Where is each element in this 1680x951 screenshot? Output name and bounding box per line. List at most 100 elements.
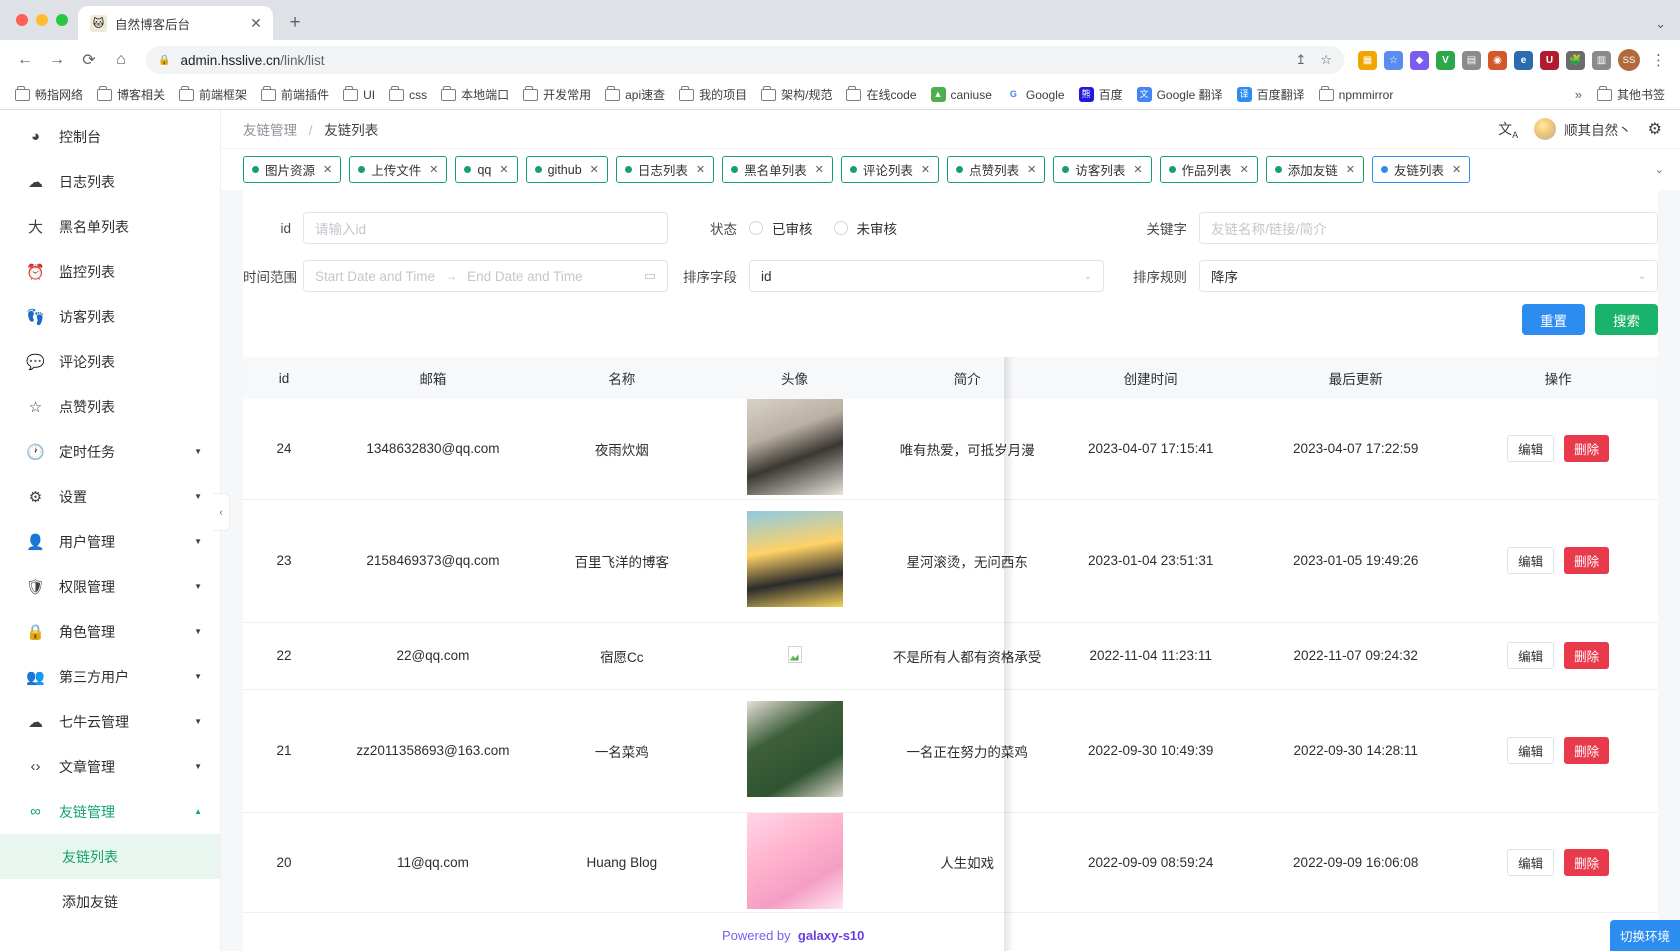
gear-icon[interactable]: ⚙ bbox=[1648, 119, 1662, 139]
sidebar-item-7[interactable]: 🕐 定时任务 ▼ bbox=[0, 429, 220, 474]
close-icon[interactable]: ✕ bbox=[1027, 163, 1036, 176]
chevron-down-icon[interactable]: ⌄ bbox=[1655, 16, 1666, 32]
bookmark-item[interactable]: 架构/规范 bbox=[754, 83, 839, 106]
open-tab-chip-7[interactable]: 点赞列表 ✕ bbox=[947, 156, 1046, 183]
sidebar-item-2[interactable]: 大黑名单列表 bbox=[0, 204, 220, 249]
close-icon[interactable]: ✕ bbox=[323, 163, 332, 176]
open-tab-chip-9[interactable]: 作品列表 ✕ bbox=[1159, 156, 1258, 183]
open-tab-chip-1[interactable]: 上传文件 ✕ bbox=[349, 156, 448, 183]
breadcrumb-parent[interactable]: 友链管理 bbox=[243, 123, 297, 138]
open-tab-chip-11[interactable]: 友链列表 ✕ bbox=[1372, 156, 1471, 183]
extension-icon-6[interactable]: ◉ bbox=[1488, 50, 1507, 70]
profile-avatar[interactable]: SS bbox=[1618, 49, 1640, 71]
caret-down-icon[interactable]: ▼ bbox=[194, 762, 202, 771]
sidebar-item-4[interactable]: 👣 访客列表 bbox=[0, 294, 220, 339]
close-icon[interactable]: ✕ bbox=[815, 163, 824, 176]
open-tab-chip-0[interactable]: 图片资源 ✕ bbox=[243, 156, 342, 183]
delete-button[interactable]: 删除 bbox=[1564, 547, 1610, 574]
delete-button[interactable]: 删除 bbox=[1564, 848, 1610, 876]
sidebar-item-0[interactable]: ◕ 控制台 bbox=[0, 114, 220, 159]
back-icon[interactable]: ← bbox=[10, 45, 40, 75]
sortfield-select[interactable]: id ⌄ bbox=[749, 260, 1104, 292]
extension-icon-4[interactable]: V bbox=[1436, 50, 1455, 70]
radio-approved-label[interactable]: 已审核 bbox=[772, 218, 813, 238]
sidebar-item-8[interactable]: ⚙ 设置 ▼ bbox=[0, 474, 220, 519]
sidebar-item-3[interactable]: ⏰ 监控列表 bbox=[0, 249, 220, 294]
table-row[interactable]: 23 2158469373@qq.com 百里飞洋的博客 星河滚烫，无问西东 2023-… bbox=[243, 499, 1658, 623]
sidebar-item-5[interactable]: 💬 评论列表 bbox=[0, 339, 220, 384]
sidebar-item-9[interactable]: 👤 用户管理 ▼ bbox=[0, 519, 220, 564]
sidebar-collapse-handle[interactable]: ‹ bbox=[213, 493, 230, 531]
calendar-icon[interactable]: ▭ bbox=[644, 268, 656, 284]
caret-down-icon[interactable]: ▼ bbox=[194, 447, 202, 456]
sidebar-item-6[interactable]: ☆ 点赞列表 bbox=[0, 384, 220, 429]
close-icon[interactable]: ✕ bbox=[499, 163, 508, 176]
sidebar-subitem-1[interactable]: 添加友链 bbox=[0, 879, 220, 924]
caret-up-icon[interactable]: ▲ bbox=[194, 807, 202, 816]
chevron-down-icon[interactable]: ⌄ bbox=[1655, 163, 1672, 176]
sidebar-item-14[interactable]: ‹› 文章管理 ▼ bbox=[0, 744, 220, 789]
bookmark-item[interactable]: npmmirror bbox=[1312, 85, 1401, 105]
open-tab-chip-4[interactable]: 日志列表 ✕ bbox=[615, 156, 715, 183]
keyword-input[interactable]: 友链名称/链接/简介 bbox=[1199, 212, 1658, 244]
caret-down-icon[interactable]: ▼ bbox=[194, 582, 202, 591]
extension-icon-2[interactable]: ☆ bbox=[1384, 50, 1403, 70]
close-icon[interactable]: ✕ bbox=[1240, 163, 1249, 176]
delete-button[interactable]: 删除 bbox=[1564, 737, 1610, 764]
table-row[interactable]: 24 1348632830@qq.com 夜雨炊烟 唯有热爱，可抵岁月漫 2023-04… bbox=[243, 399, 1658, 500]
sidebar-item-13[interactable]: ☁ 七牛云管理 ▼ bbox=[0, 699, 220, 744]
caret-down-icon[interactable]: ▼ bbox=[194, 492, 202, 501]
switch-environment-button[interactable]: 切换环境 bbox=[1609, 920, 1680, 951]
bookmarks-overflow-icon[interactable]: » bbox=[1567, 87, 1590, 102]
bookmark-item[interactable]: 我的项目 bbox=[672, 83, 754, 106]
bookmark-item[interactable]: 文 Google 翻译 bbox=[1130, 83, 1230, 106]
open-tab-chip-6[interactable]: 评论列表 ✕ bbox=[840, 156, 940, 183]
extension-icon-3[interactable]: ◆ bbox=[1410, 50, 1429, 70]
open-tab-chip-2[interactable]: qq ✕ bbox=[455, 156, 518, 183]
extension-icon-7[interactable]: e bbox=[1514, 50, 1533, 70]
edit-button[interactable]: 编辑 bbox=[1507, 642, 1555, 669]
bookmark-item[interactable]: 熊百度 bbox=[1072, 83, 1130, 106]
table-row[interactable]: 21 zz2011358693@163.com 一名菜鸡 一名正在努力的菜鸡 2022-… bbox=[243, 689, 1658, 813]
sidebar-item-15[interactable]: ∞ 友链管理 ▲ bbox=[0, 789, 220, 834]
forward-icon[interactable]: → bbox=[42, 45, 72, 75]
bookmark-star-icon[interactable]: ☆ bbox=[1320, 52, 1332, 68]
id-input[interactable]: 请输入id bbox=[303, 212, 668, 244]
close-icon[interactable]: ✕ bbox=[590, 163, 599, 176]
daterange-input[interactable]: Start Date and Time → End Date and Time … bbox=[303, 260, 668, 292]
edit-button[interactable]: 编辑 bbox=[1507, 435, 1555, 463]
bookmark-item[interactable]: ▲ caniuse bbox=[924, 84, 999, 105]
caret-down-icon[interactable]: ▼ bbox=[194, 717, 202, 726]
extension-puzzle-icon[interactable]: 🧩 bbox=[1566, 50, 1585, 70]
home-icon[interactable]: ⌂ bbox=[106, 45, 136, 75]
sidebar-item-1[interactable]: ☁ 日志列表 bbox=[0, 159, 220, 204]
bookmark-item[interactable]: G Google bbox=[999, 84, 1072, 105]
other-bookmarks-button[interactable]: 其他书签 bbox=[1590, 83, 1672, 106]
caret-down-icon[interactable]: ▼ bbox=[194, 627, 202, 636]
edit-button[interactable]: 编辑 bbox=[1507, 547, 1555, 574]
bookmark-item[interactable]: css bbox=[382, 85, 434, 105]
edit-button[interactable]: 编辑 bbox=[1507, 848, 1555, 876]
close-icon[interactable]: ✕ bbox=[429, 163, 438, 176]
tab-close-icon[interactable]: ✕ bbox=[247, 14, 265, 32]
table-row[interactable]: 20 11@qq.com Huang Blog 人生如戏 2022-09-09 08:5… bbox=[243, 812, 1658, 913]
close-icon[interactable]: ✕ bbox=[1452, 163, 1461, 176]
open-tab-chip-3[interactable]: github ✕ bbox=[525, 156, 608, 183]
open-tab-chip-8[interactable]: 访客列表 ✕ bbox=[1053, 156, 1152, 183]
browser-tab[interactable]: 🐱 自然博客后台 ✕ bbox=[78, 6, 273, 40]
bookmark-item[interactable]: 前端框架 bbox=[172, 83, 254, 106]
bookmark-item[interactable]: 在线code bbox=[839, 83, 923, 106]
extension-icon-5[interactable]: ▤ bbox=[1462, 50, 1481, 70]
radio-unapproved[interactable] bbox=[833, 221, 848, 235]
table-row[interactable]: 22 22@qq.com 宿愿Cc 不是所有人都有资格承受 2022-11-04 11:… bbox=[243, 622, 1658, 690]
extension-icon-9[interactable]: ▥ bbox=[1592, 50, 1611, 70]
extension-icon-8[interactable]: U bbox=[1540, 50, 1559, 70]
close-icon[interactable]: ✕ bbox=[1346, 163, 1355, 176]
bookmark-item[interactable]: api速查 bbox=[598, 83, 672, 106]
close-icon[interactable]: ✕ bbox=[921, 163, 930, 176]
sidebar-item-10[interactable]: 🛡 权限管理 ▼ bbox=[0, 564, 220, 609]
maximize-window-button[interactable] bbox=[56, 14, 68, 26]
caret-down-icon[interactable]: ▼ bbox=[194, 537, 202, 546]
close-icon[interactable]: ✕ bbox=[1133, 163, 1142, 176]
open-tab-chip-10[interactable]: 添加友链 ✕ bbox=[1265, 156, 1365, 183]
